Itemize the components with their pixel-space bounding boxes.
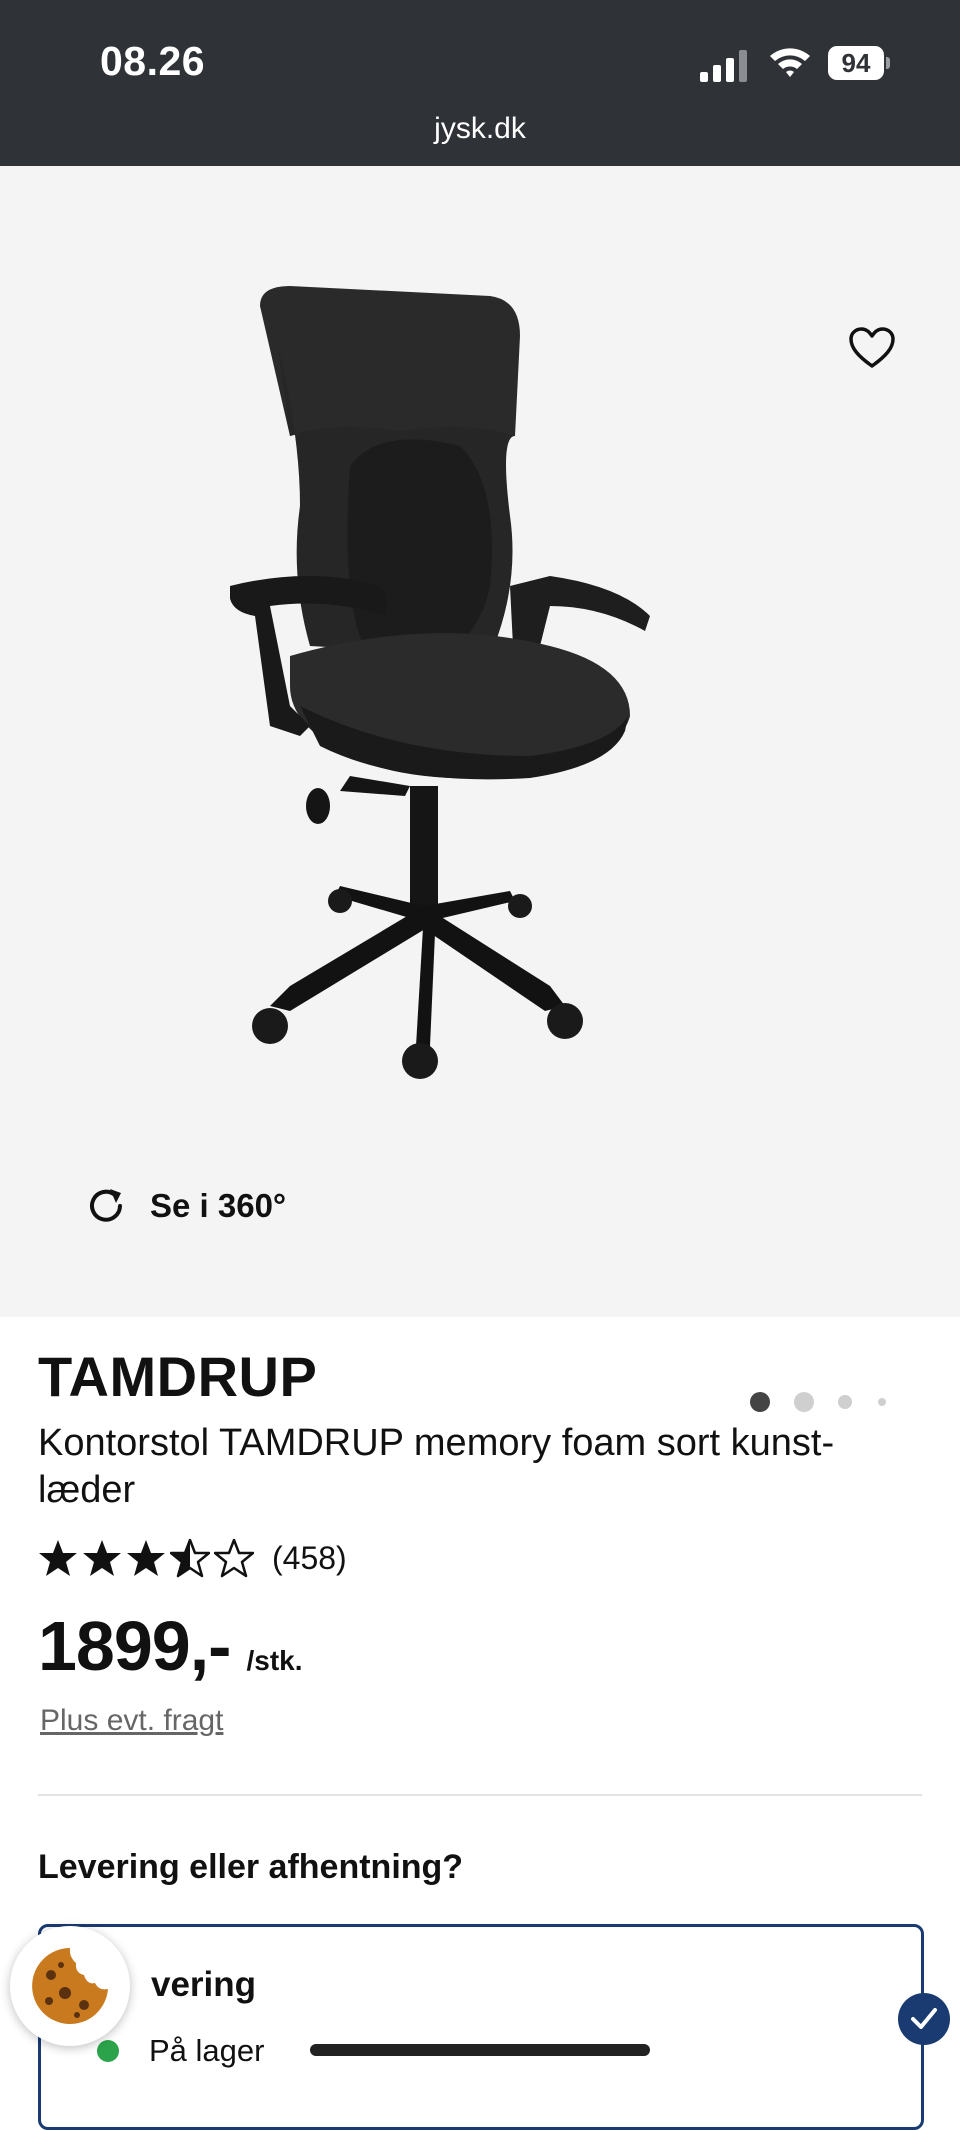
view-360-label: Se i 360° bbox=[150, 1187, 287, 1224]
stock-status-label: På lager bbox=[149, 2033, 265, 2068]
delivery-option-card[interactable]: vering På lager bbox=[38, 1924, 924, 2130]
price-unit: /stk. bbox=[246, 1645, 303, 1676]
product-rating[interactable]: (458) bbox=[38, 1536, 347, 1580]
product-brand: TAMDRUP bbox=[38, 1345, 318, 1408]
selected-checkmark-icon bbox=[898, 1993, 950, 2045]
battery-level: 94 bbox=[828, 46, 884, 80]
gallery-dot-4[interactable] bbox=[878, 1398, 886, 1406]
star-empty-icon bbox=[214, 1538, 254, 1578]
gallery-dot-2[interactable] bbox=[794, 1392, 814, 1412]
price-amount: 1899,- bbox=[38, 1607, 231, 1685]
cookie-icon bbox=[32, 1948, 108, 2024]
battery-icon: 94 bbox=[828, 46, 890, 80]
section-divider bbox=[38, 1794, 922, 1796]
star-filled-icon bbox=[83, 1540, 121, 1576]
browser-top-bar: 08.26 94 jysk.dk bbox=[0, 0, 960, 166]
delivery-question-heading: Levering eller afhentning? bbox=[38, 1848, 464, 1886]
delivery-option-title: vering bbox=[151, 1965, 257, 2004]
rotate-icon bbox=[90, 1189, 122, 1222]
review-count[interactable]: (458) bbox=[272, 1540, 347, 1577]
product-name-line-1: Kontorstol TAMDRUP memory foam sort kuns… bbox=[38, 1422, 835, 1464]
freight-link[interactable]: Plus evt. fragt bbox=[40, 1704, 223, 1738]
heart-outline-icon[interactable] bbox=[848, 326, 896, 370]
product-name: Kontorstol TAMDRUP memory foam sort kuns… bbox=[38, 1420, 918, 1514]
home-indicator bbox=[310, 2044, 650, 2056]
wifi-icon bbox=[770, 48, 810, 77]
office-chair-image bbox=[230, 286, 650, 1079]
status-time: 08.26 bbox=[100, 38, 206, 84]
gallery-dot-3[interactable] bbox=[838, 1395, 852, 1409]
star-filled-icon bbox=[39, 1540, 77, 1576]
product-name-line-2: læder bbox=[38, 1469, 136, 1511]
cellular-signal-icon bbox=[700, 50, 747, 82]
view-360-button[interactable]: Se i 360° bbox=[84, 1176, 286, 1236]
star-half-icon bbox=[170, 1538, 210, 1578]
gallery-dot-1[interactable] bbox=[750, 1392, 770, 1412]
gallery-pagination-dots[interactable] bbox=[746, 1390, 896, 1414]
product-image-gallery[interactable]: Se i 360° bbox=[0, 166, 960, 1412]
star-filled-icon bbox=[127, 1540, 165, 1576]
browser-url[interactable]: jysk.dk bbox=[0, 112, 960, 146]
product-price: 1899,- /stk. bbox=[38, 1606, 303, 1686]
in-stock-dot-icon bbox=[97, 2040, 119, 2062]
cookie-consent-button[interactable] bbox=[10, 1926, 130, 2046]
stock-status: På lager bbox=[97, 2033, 264, 2069]
